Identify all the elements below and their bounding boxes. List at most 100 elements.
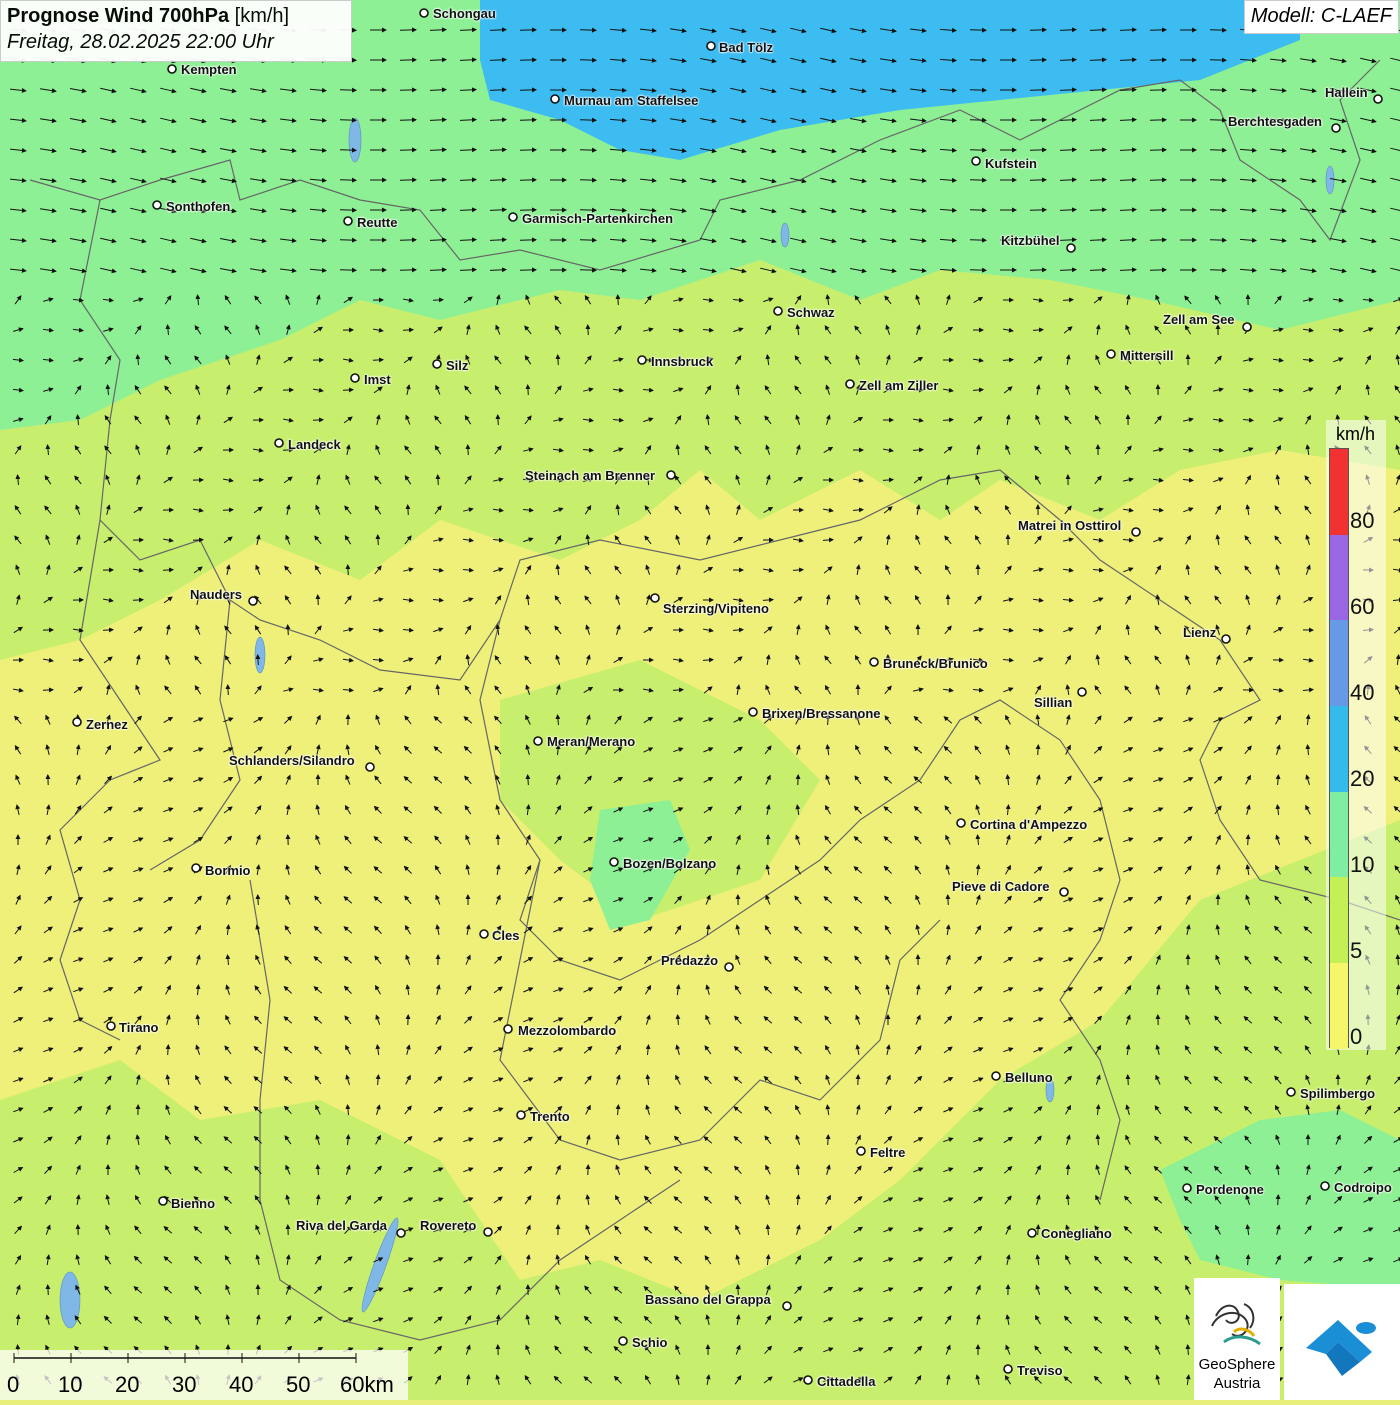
wind-arrow xyxy=(438,475,439,485)
city-label: Reutte xyxy=(357,215,397,230)
wind-arrow xyxy=(1210,90,1226,91)
city-label: Riva del Garda xyxy=(296,1218,387,1233)
wind-arrow xyxy=(1210,210,1226,211)
city-label: Schlanders/Silandro xyxy=(229,753,355,768)
scale-label: 40 xyxy=(229,1372,253,1398)
wind-arrow xyxy=(340,270,356,271)
city-label: Meran/Merano xyxy=(547,734,635,749)
scale-label: 20 xyxy=(115,1372,139,1398)
city-label: Bad Tölz xyxy=(719,40,773,55)
wind-arrow xyxy=(378,535,379,545)
wind-arrow xyxy=(403,330,413,331)
wind-arrow xyxy=(1128,1075,1129,1085)
wind-arrow xyxy=(970,240,986,241)
wind-arrow xyxy=(318,595,319,605)
wind-arrow xyxy=(970,270,986,271)
city-marker xyxy=(73,718,81,726)
city-label: Feltre xyxy=(870,1145,905,1160)
city-label: Nauders xyxy=(190,587,242,602)
city-marker xyxy=(159,1197,167,1205)
scale-label: 60km xyxy=(340,1372,394,1398)
city-marker xyxy=(638,356,646,364)
legend-segment xyxy=(1330,877,1348,963)
scale-label: 50 xyxy=(286,1372,310,1398)
geosphere-logo[interactable]: GeoSphere Austria xyxy=(1194,1278,1280,1400)
city-label: Sterzing/Vipiteno xyxy=(663,601,769,616)
scale-bar: 0 10 20 30 40 50 60km xyxy=(0,1350,408,1400)
wind-arrow xyxy=(580,90,596,91)
city-label: Zell am See xyxy=(1163,312,1235,327)
city-label: Matrei in Osttirol xyxy=(1018,518,1121,533)
city-label: Sonthofen xyxy=(166,199,230,214)
city-marker xyxy=(504,1025,512,1033)
wind-arrow xyxy=(373,360,383,361)
city-label: Berchtesgaden xyxy=(1228,114,1322,129)
city-label: Cortina d'Ampezzo xyxy=(970,817,1087,832)
city-label: Bassano del Grappa xyxy=(645,1292,771,1307)
map-title: Prognose Wind 700hPa [km/h] xyxy=(7,5,345,28)
wind-arrow xyxy=(228,685,229,695)
geosphere-subtitle: Austria xyxy=(1194,1375,1280,1392)
scale-label: 10 xyxy=(58,1372,82,1398)
legend-segment xyxy=(1330,963,1348,1049)
wind-arrow xyxy=(133,600,143,601)
wind-arrow xyxy=(1210,180,1226,181)
wind-arrow xyxy=(828,1135,829,1145)
forecast-datetime: Freitag, 28.02.2025 22:00 Uhr xyxy=(7,31,345,54)
wind-arrow xyxy=(313,420,323,421)
wind-arrow xyxy=(43,690,53,691)
city-marker xyxy=(707,42,715,50)
wind-arrow xyxy=(948,895,949,905)
city-marker xyxy=(957,819,965,827)
wind-arrow xyxy=(580,30,596,31)
city-label: Spilimbergo xyxy=(1300,1086,1375,1101)
wind-arrow xyxy=(580,180,596,181)
wind-arrow xyxy=(1038,1225,1039,1235)
wind-arrow xyxy=(580,270,596,271)
wind-arrow xyxy=(340,150,356,151)
city-label: Lienz xyxy=(1183,625,1216,640)
wind-arrow xyxy=(970,30,986,31)
title-bold: Prognose Wind 700hPa xyxy=(7,5,229,27)
city-marker xyxy=(725,963,733,971)
legend-unit: km/h xyxy=(1336,424,1375,445)
wind-arrow xyxy=(1210,150,1226,151)
wind-arrow xyxy=(343,390,353,391)
city-marker xyxy=(1243,323,1251,331)
city-marker xyxy=(484,1228,492,1236)
city-marker xyxy=(749,708,757,716)
wind-arrow xyxy=(1248,835,1249,845)
city-marker xyxy=(1067,244,1075,252)
legend-label: 20 xyxy=(1350,766,1374,792)
city-label: Landeck xyxy=(288,437,341,452)
wind-arrow xyxy=(1038,745,1039,755)
city-label: Bozen/Bolzano xyxy=(623,856,716,871)
city-marker xyxy=(870,658,878,666)
wind-arrow xyxy=(558,355,559,365)
city-label: Belluno xyxy=(1005,1070,1053,1085)
wind-arrow xyxy=(580,150,596,151)
city-marker xyxy=(619,1337,627,1345)
wind-arrow xyxy=(340,240,356,241)
weather-app-logo[interactable] xyxy=(1284,1284,1400,1400)
city-marker xyxy=(366,763,374,771)
wind-arrow xyxy=(970,180,986,181)
city-marker xyxy=(433,360,441,368)
wind-arrow xyxy=(48,1285,49,1295)
city-marker xyxy=(107,1022,115,1030)
legend-segment xyxy=(1330,535,1348,621)
city-marker xyxy=(1332,124,1340,132)
city-label: Garmisch-Partenkirchen xyxy=(522,211,673,226)
legend-segment xyxy=(1330,449,1348,535)
city-label: Treviso xyxy=(1017,1363,1063,1378)
city-marker xyxy=(397,1229,405,1237)
city-marker xyxy=(972,157,980,165)
wind-arrow xyxy=(970,60,986,61)
city-marker xyxy=(192,864,200,872)
city-label: Bormio xyxy=(205,863,251,878)
model-label: Modell: C-LAEF xyxy=(1244,0,1399,34)
legend-segment xyxy=(1330,620,1348,706)
city-label: Kempten xyxy=(181,62,237,77)
city-marker xyxy=(610,858,618,866)
city-label: Imst xyxy=(364,372,391,387)
